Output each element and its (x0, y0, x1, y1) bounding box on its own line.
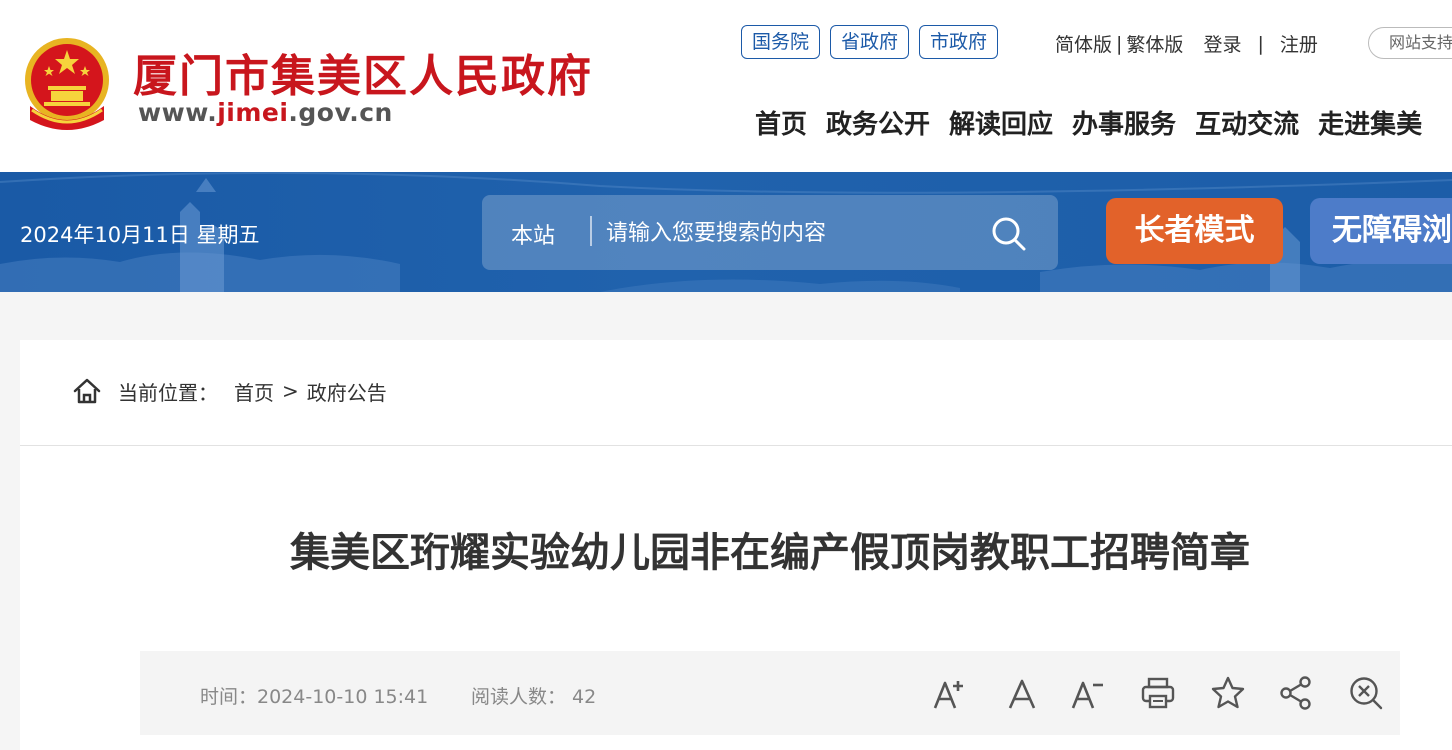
breadcrumb-separator: > (282, 379, 299, 403)
banner: 2024年10月11日 星期五 本站 长者模式 无障碍浏览 (0, 172, 1452, 292)
site-title: 厦门市集美区人民政府 (133, 51, 593, 102)
gov-link-province[interactable]: 省政府 (830, 25, 910, 59)
article-meta-bar: 时间：2024-10-10 15:41 阅读人数： 42 (140, 651, 1400, 735)
share-button[interactable] (1278, 675, 1314, 711)
publish-time: 时间：2024-10-10 15:41 (200, 686, 429, 708)
main-nav: 首页 政务公开 解读回应 办事服务 互动交流 走进集美 (755, 104, 1422, 141)
home-icon (73, 378, 101, 404)
star-icon (1211, 676, 1245, 709)
login-link[interactable]: 登录 (1203, 30, 1241, 57)
accessibility-button[interactable]: 无障碍浏览 (1310, 198, 1452, 264)
top-utility-links: 简体版 | 繁体版 登录 | 注册 (1055, 30, 1318, 57)
site-url-highlight: jimei (217, 98, 289, 127)
nav-government-affairs[interactable]: 政务公开 (826, 104, 930, 141)
nav-about-jimei[interactable]: 走进集美 (1318, 104, 1422, 141)
lang-separator: | (1116, 32, 1123, 55)
read-count: 阅读人数： 42 (471, 686, 597, 708)
font-normal-icon (1008, 679, 1036, 709)
search-button[interactable] (987, 212, 1029, 254)
share-icon (1280, 676, 1311, 710)
close-search-icon (1350, 677, 1383, 710)
font-decrease-button[interactable] (1070, 675, 1106, 711)
util-separator: | (1257, 32, 1264, 55)
article-title: 集美区珩耀实验幼儿园非在编产假顶岗教职工招聘简章 (290, 530, 1250, 576)
breadcrumb-current-link[interactable]: 政府公告 (307, 377, 387, 406)
nav-interaction[interactable]: 互动交流 (1195, 104, 1299, 141)
site-url-suffix: .gov.cn (288, 98, 393, 127)
lang-simplified-link[interactable]: 简体版 (1055, 30, 1112, 57)
search-box: 本站 (482, 195, 1058, 270)
print-button[interactable] (1140, 675, 1176, 711)
breadcrumb-home-link[interactable]: 首页 (234, 377, 274, 406)
register-link[interactable]: 注册 (1280, 30, 1318, 57)
printer-icon (1141, 677, 1175, 709)
close-article-button[interactable] (1348, 675, 1384, 711)
nav-interpretation[interactable]: 解读回应 (949, 104, 1053, 141)
site-url: www.jimei.gov.cn (138, 98, 393, 127)
font-decrease-icon (1071, 681, 1103, 709)
search-icon (992, 217, 1026, 251)
article-panel: 当前位置： 首页 > 政府公告 集美区珩耀实验幼儿园非在编产假顶岗教职工招聘简章… (20, 340, 1452, 750)
gov-link-city[interactable]: 市政府 (919, 25, 999, 59)
website-support-button[interactable]: 网站支持 (1368, 27, 1452, 59)
nav-services[interactable]: 办事服务 (1072, 104, 1176, 141)
breadcrumb-divider (20, 445, 1452, 446)
gov-link-state-council[interactable]: 国务院 (741, 25, 821, 59)
current-date: 2024年10月11日 星期五 (20, 223, 260, 247)
breadcrumb: 当前位置： 首页 > 政府公告 (72, 376, 387, 406)
font-increase-icon (933, 681, 963, 709)
national-emblem-icon (25, 38, 109, 130)
site-url-prefix: www. (138, 98, 218, 127)
search-input[interactable] (606, 213, 966, 253)
favorite-button[interactable] (1210, 675, 1246, 711)
elder-mode-button[interactable]: 长者模式 (1106, 198, 1283, 264)
gov-links: 国务院 省政府 市政府 (741, 25, 999, 59)
search-divider (590, 216, 592, 246)
search-scope-selector[interactable]: 本站 (511, 218, 555, 250)
site-header: 厦门市集美区人民政府 www.jimei.gov.cn 国务院 省政府 市政府 … (0, 0, 1452, 172)
font-reset-button[interactable] (1004, 675, 1040, 711)
font-increase-button[interactable] (932, 675, 968, 711)
nav-home[interactable]: 首页 (755, 104, 807, 141)
lang-traditional-link[interactable]: 繁体版 (1126, 30, 1183, 57)
breadcrumb-label: 当前位置： (118, 380, 218, 405)
